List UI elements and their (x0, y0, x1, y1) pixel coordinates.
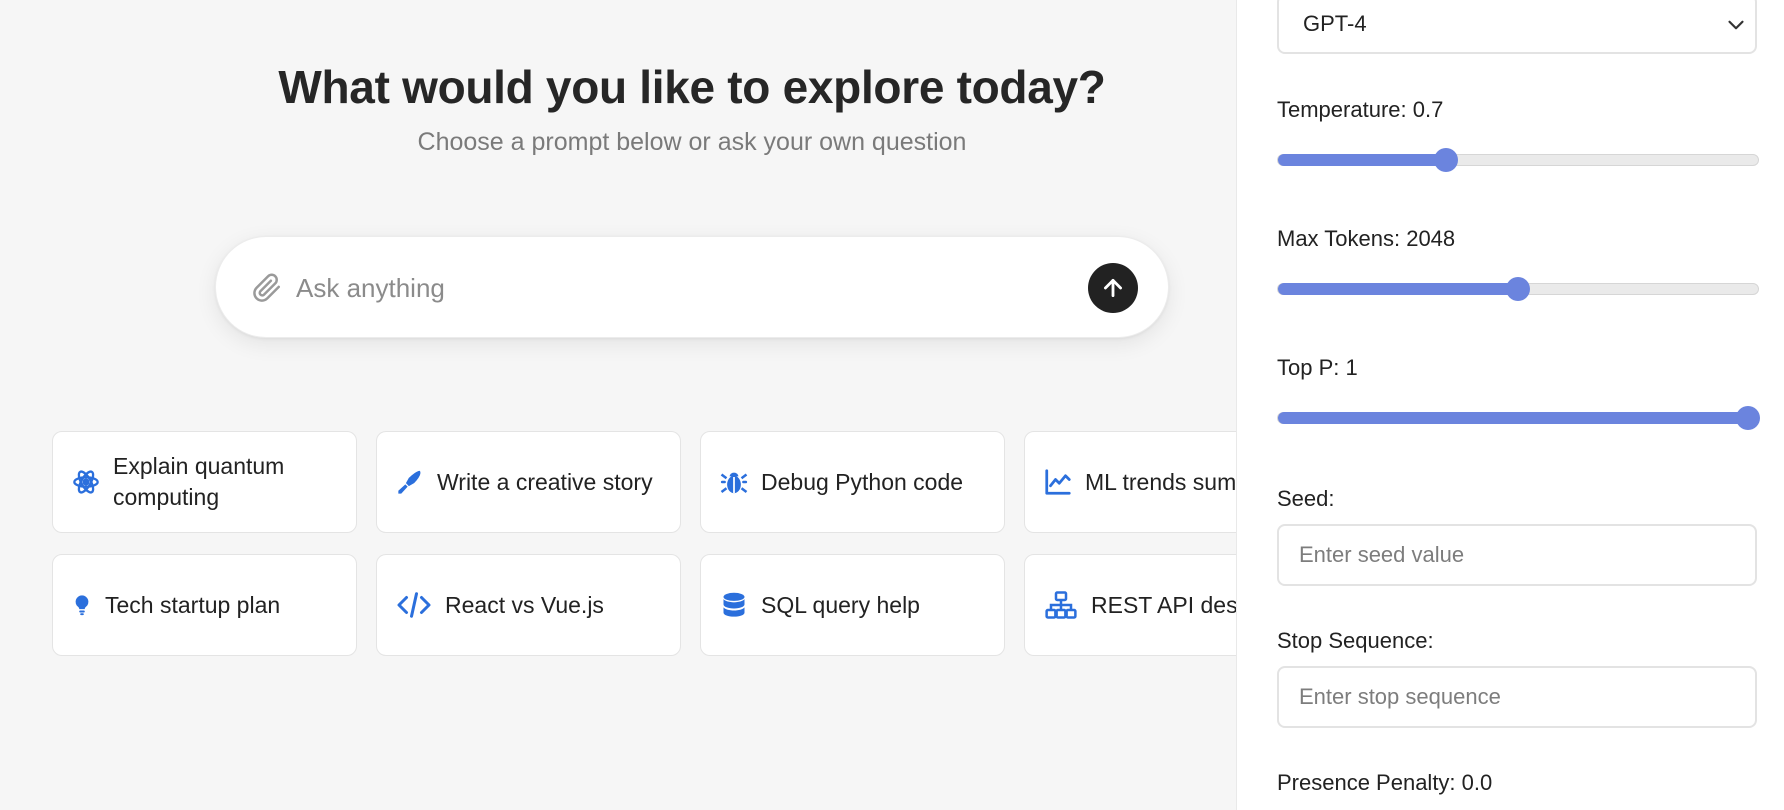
send-button[interactable] (1088, 263, 1138, 313)
card-label: Debug Python code (761, 468, 964, 495)
pen-icon (395, 467, 425, 497)
model-select-value: GPT-4 (1303, 11, 1367, 36)
page-title: What would you like to explore today? (278, 61, 1106, 113)
temperature-label: Temperature: 0.7 (1277, 97, 1444, 122)
max-tokens-label: Max Tokens: 2048 (1277, 226, 1456, 251)
card-label: React vs Vue.js (445, 591, 604, 618)
chevron-down-icon (1723, 12, 1749, 38)
main-area: What would you like to explore today? Ch… (0, 0, 1236, 810)
seed-input[interactable] (1277, 524, 1757, 586)
page-subtitle: Choose a prompt below or ask your own qu… (417, 128, 967, 156)
slider-fill (1278, 412, 1758, 424)
slider-fill (1278, 283, 1518, 295)
presence-penalty-label: Presence Penalty: 0.0 (1277, 770, 1493, 795)
prompt-cards: Explain quantum computing Write a creati… (52, 431, 1236, 656)
lightbulb-icon (71, 590, 93, 620)
database-icon (719, 590, 749, 620)
stop-sequence-label: Stop Sequence: (1277, 628, 1434, 653)
prompt-card-rest-api[interactable]: REST API design (1024, 554, 1236, 656)
temperature-slider[interactable] (1277, 148, 1759, 172)
slider-fill (1278, 154, 1446, 166)
slider-thumb[interactable] (1736, 406, 1760, 430)
paperclip-icon[interactable] (252, 273, 282, 303)
max-tokens-slider[interactable] (1277, 277, 1759, 301)
card-label: Write a creative story (437, 468, 653, 495)
prompt-card-ml-trends[interactable]: ML trends summary (1024, 431, 1236, 533)
settings-panel: GPT-4 Temperature: 0.7 Max Tokens: 2048 … (1236, 0, 1784, 810)
code-icon (395, 590, 433, 620)
atom-icon (71, 467, 101, 497)
slider-thumb[interactable] (1505, 277, 1530, 301)
card-label: Explain quantum computing (113, 453, 285, 510)
prompt-card-startup[interactable]: Tech startup plan (52, 554, 357, 656)
prompt-card-story[interactable]: Write a creative story (376, 431, 681, 533)
prompt-card-sql[interactable]: SQL query help (700, 554, 1005, 656)
top-p-label: Top P: 1 (1277, 355, 1358, 380)
sitemap-icon (1043, 590, 1079, 620)
chart-line-icon (1043, 467, 1073, 497)
card-label: SQL query help (761, 591, 920, 618)
search-box (215, 236, 1169, 338)
card-label: REST API design (1091, 591, 1236, 618)
stop-sequence-input[interactable] (1277, 666, 1757, 728)
prompt-card-react-vue[interactable]: React vs Vue.js (376, 554, 681, 656)
prompt-card-debug[interactable]: Debug Python code (700, 431, 1005, 533)
card-label: ML trends summary (1085, 468, 1236, 495)
slider-thumb[interactable] (1434, 148, 1458, 172)
arrow-up-icon (1104, 279, 1122, 297)
model-select[interactable]: GPT-4 (1277, 0, 1757, 54)
seed-label: Seed: (1277, 486, 1335, 511)
prompt-card-quantum[interactable]: Explain quantum computing (52, 431, 357, 533)
top-p-slider[interactable] (1277, 406, 1760, 430)
card-label: Tech startup plan (105, 591, 281, 618)
search-input[interactable] (296, 263, 1056, 313)
bug-icon (719, 467, 749, 497)
